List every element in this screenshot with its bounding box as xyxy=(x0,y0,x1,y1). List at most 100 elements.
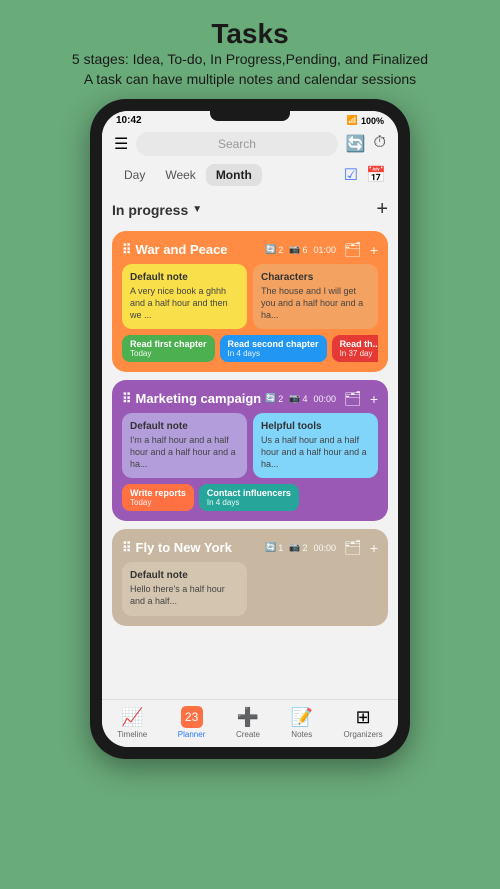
sessions-count-marketing: 📷 4 xyxy=(289,393,307,404)
nav-organizers[interactable]: ⊞ Organizers xyxy=(344,707,383,739)
tab-week[interactable]: Week xyxy=(155,164,205,186)
calendar-meta-icon-m: 📷 xyxy=(289,393,300,404)
sessions-count-fly: 📷 2 xyxy=(289,542,307,553)
notes-icon-m: 🔄 xyxy=(265,393,276,404)
note-title-default-m: Default note xyxy=(130,421,239,432)
nav-planner[interactable]: 23 Planner xyxy=(178,706,206,739)
create-icon: ➕ xyxy=(237,707,259,728)
notes-grid-marketing: Default note I'm a half hour and a half … xyxy=(122,413,378,478)
notes-count-fly: 🔄 1 xyxy=(265,542,283,553)
nav-timeline-label: Timeline xyxy=(117,730,147,739)
notes-icon: 🔄 xyxy=(265,244,276,255)
timer-icon[interactable]: ⏱ xyxy=(374,134,386,154)
add-icon-fly[interactable]: + xyxy=(370,540,378,556)
note-body-default-m: I'm a half hour and a half hour and a ha… xyxy=(130,435,239,470)
briefcase-icon-fly[interactable]: 🗂 xyxy=(344,539,362,556)
notes-grid-fly: Default note Hello there's a half hour a… xyxy=(122,562,378,615)
chips-marketing: Write reports Today Contact influencers … xyxy=(122,484,378,511)
planner-icon: 23 xyxy=(181,706,203,728)
task-title-war-peace: ⠿ War and Peace xyxy=(122,242,228,258)
checklist-icon[interactable]: ☑ xyxy=(344,165,358,185)
note-default-war-peace[interactable]: Default note A very nice book a ghhh and… xyxy=(122,264,247,329)
chip-write-reports[interactable]: Write reports Today xyxy=(122,484,194,511)
scroll-area: In progress ▼ + ⠿ War and Peace 🔄 xyxy=(102,190,398,699)
task-title-fly: ⠿ Fly to New York xyxy=(122,540,232,556)
note-body-characters: The house and I will get you and a half … xyxy=(261,286,370,321)
nav-create[interactable]: ➕ Create xyxy=(236,707,260,739)
note-default-marketing[interactable]: Default note I'm a half hour and a half … xyxy=(122,413,247,478)
status-icons: 📶 100% xyxy=(347,115,384,126)
notes-grid-war-peace: Default note A very nice book a ghhh and… xyxy=(122,264,378,329)
search-box[interactable]: Search xyxy=(136,132,337,156)
page-subtitle-2: A task can have multiple notes and calen… xyxy=(72,70,428,90)
add-icon-war-peace[interactable]: + xyxy=(370,242,378,258)
chip-second-chapter[interactable]: Read second chapter In 4 days xyxy=(220,335,327,362)
dropdown-arrow-icon[interactable]: ▼ xyxy=(192,204,202,215)
drag-icon-war-peace: ⠿ xyxy=(122,242,132,258)
page-title: Tasks xyxy=(72,18,428,50)
section-header: In progress ▼ + xyxy=(112,196,388,223)
refresh-icon[interactable]: 🔄 xyxy=(346,134,366,154)
task-meta-fly: 🔄 1 📷 2 00:00 xyxy=(265,542,336,553)
note-title-characters: Characters xyxy=(261,272,370,283)
drag-icon-marketing: ⠿ xyxy=(122,391,132,407)
notes-nav-icon: 📝 xyxy=(291,707,313,728)
nav-organizers-label: Organizers xyxy=(344,730,383,739)
chips-war-peace: Read first chapter Today Read second cha… xyxy=(122,335,378,362)
phone-screen: 10:42 📶 100% ☰ Search 🔄 ⏱ Day Week Month… xyxy=(102,111,398,747)
add-section-button[interactable]: + xyxy=(376,198,388,221)
note-body-default: A very nice book a ghhh and a half hour … xyxy=(130,286,239,321)
tab-day[interactable]: Day xyxy=(114,164,155,186)
note-title-default: Default note xyxy=(130,272,239,283)
nav-timeline[interactable]: 📈 Timeline xyxy=(117,707,147,739)
organizers-icon: ⊞ xyxy=(356,707,371,728)
calendar-meta-icon-fly: 📷 xyxy=(289,542,300,553)
nav-planner-label: Planner xyxy=(178,730,206,739)
note-characters[interactable]: Characters The house and I will get you … xyxy=(253,264,378,329)
task-meta-marketing: 🔄 2 📷 4 00:00 xyxy=(265,393,336,404)
task-title-marketing: ⠿ Marketing campaign xyxy=(122,391,261,407)
tab-month[interactable]: Month xyxy=(206,164,262,186)
note-body-helpful: Us a half hour and a half hour and a hal… xyxy=(261,435,370,470)
note-default-fly[interactable]: Default note Hello there's a half hour a… xyxy=(122,562,247,615)
drag-icon-fly: ⠿ xyxy=(122,540,132,556)
task-card-fly-newyork: ⠿ Fly to New York 🔄 1 📷 2 xyxy=(112,529,388,625)
signal-icon: 📶 xyxy=(347,115,358,126)
notes-icon-fly: 🔄 xyxy=(265,542,276,553)
task-meta-war-peace: 🔄 2 📷 6 01:00 xyxy=(265,244,336,255)
briefcase-icon-marketing[interactable]: 🗂 xyxy=(344,390,362,407)
note-helpful-tools[interactable]: Helpful tools Us a half hour and a half … xyxy=(253,413,378,478)
top-bar-icons: 🔄 ⏱ xyxy=(346,134,386,154)
nav-notes[interactable]: 📝 Notes xyxy=(291,707,313,739)
notch xyxy=(210,111,290,121)
calendar-icon[interactable]: 📅 xyxy=(366,165,386,185)
sessions-count-war-peace: 📷 6 xyxy=(289,244,307,255)
task-card-war-peace: ⠿ War and Peace 🔄 2 📷 6 xyxy=(112,231,388,372)
chip-first-chapter[interactable]: Read first chapter Today xyxy=(122,335,215,362)
task-header-marketing: ⠿ Marketing campaign 🔄 2 📷 4 xyxy=(122,390,378,407)
nav-notes-label: Notes xyxy=(291,730,312,739)
notes-count-marketing: 🔄 2 xyxy=(265,393,283,404)
task-header-war-peace: ⠿ War and Peace 🔄 2 📷 6 xyxy=(122,241,378,258)
bottom-nav: 📈 Timeline 23 Planner ➕ Create 📝 Notes ⊞… xyxy=(102,699,398,747)
battery-icon: 100% xyxy=(361,116,384,126)
task-card-marketing: ⠿ Marketing campaign 🔄 2 📷 4 xyxy=(112,380,388,521)
add-icon-marketing[interactable]: + xyxy=(370,391,378,407)
note-body-fly: Hello there's a half hour and a half... xyxy=(130,584,239,607)
menu-icon[interactable]: ☰ xyxy=(114,134,128,154)
period-tabs: Day Week Month ☑ 📅 xyxy=(102,160,398,190)
task-actions-war-peace: 🔄 2 📷 6 01:00 🗂 + xyxy=(265,241,378,258)
page-header: Tasks 5 stages: Idea, To-do, In Progress… xyxy=(52,0,448,99)
task-header-fly: ⠿ Fly to New York 🔄 1 📷 2 xyxy=(122,539,378,556)
calendar-meta-icon: 📷 xyxy=(289,244,300,255)
nav-create-label: Create xyxy=(236,730,260,739)
task-actions-marketing: 🔄 2 📷 4 00:00 🗂 + xyxy=(265,390,378,407)
period-icons: ☑ 📅 xyxy=(344,165,386,185)
chip-contact-influencers[interactable]: Contact influencers In 4 days xyxy=(199,484,299,511)
top-bar: ☰ Search 🔄 ⏱ xyxy=(102,128,398,160)
note-title-fly: Default note xyxy=(130,570,239,581)
section-title: In progress ▼ xyxy=(112,202,202,218)
briefcase-icon-war-peace[interactable]: 🗂 xyxy=(344,241,362,258)
note-title-helpful: Helpful tools xyxy=(261,421,370,432)
chip-read-third[interactable]: Read th... In 37 day xyxy=(332,335,378,362)
